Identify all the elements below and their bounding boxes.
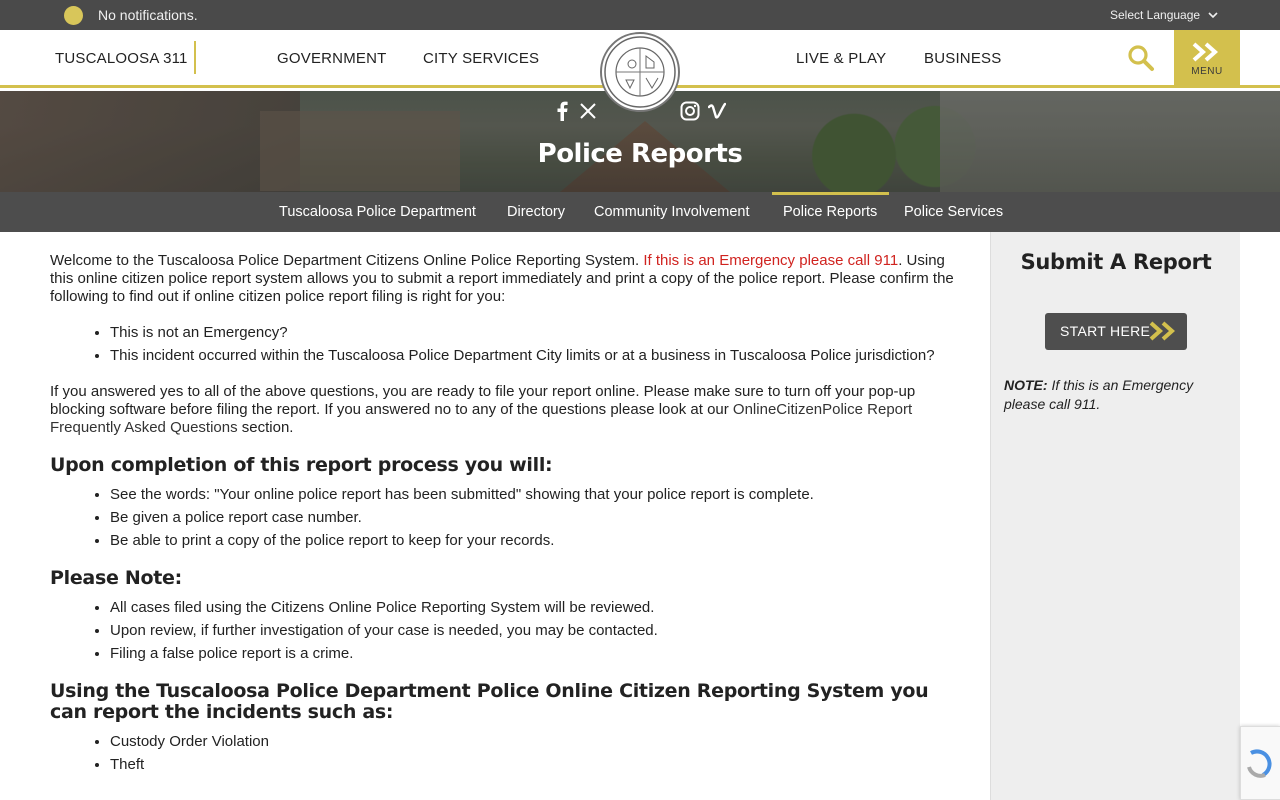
facebook-icon[interactable] bbox=[556, 101, 568, 121]
page-title: Police Reports bbox=[537, 139, 743, 169]
confirm-list: This is not an Emergency? This incident … bbox=[110, 324, 960, 365]
emergency-notice: If this is an Emergency please call 911 bbox=[643, 252, 899, 269]
intro-paragraph: Welcome to the Tuscaloosa Police Departm… bbox=[50, 252, 960, 306]
intro-text-1: Welcome to the Tuscaloosa Police Departm… bbox=[50, 252, 644, 269]
completion-list: See the words: "Your online police repor… bbox=[110, 486, 960, 550]
incidents-heading: Using the Tuscaloosa Police Department P… bbox=[50, 680, 929, 723]
subnav-community-involvement[interactable]: Community Involvement bbox=[594, 204, 750, 220]
list-item: All cases filed using the Citizens Onlin… bbox=[110, 599, 960, 617]
note-heading: Please Note: bbox=[50, 567, 182, 589]
menu-button[interactable]: MENU bbox=[1174, 30, 1240, 88]
subnav-directory[interactable]: Directory bbox=[507, 204, 565, 220]
nav-city-services[interactable]: CITY SERVICES bbox=[423, 50, 539, 67]
list-item: Filing a false police report is a crime. bbox=[110, 645, 960, 663]
note-list: All cases filed using the Citizens Onlin… bbox=[110, 599, 960, 663]
seal-emblem bbox=[604, 36, 676, 108]
instagram-icon[interactable] bbox=[680, 101, 700, 121]
list-item: See the words: "Your online police repor… bbox=[110, 486, 960, 504]
start-here-label: START HERE bbox=[1060, 323, 1151, 339]
search-button[interactable] bbox=[1126, 43, 1156, 73]
list-item: Be able to print a copy of the police re… bbox=[110, 532, 960, 550]
city-seal-logo[interactable] bbox=[600, 32, 680, 112]
recaptcha-badge[interactable] bbox=[1240, 726, 1280, 800]
start-here-button[interactable]: START HERE bbox=[1045, 313, 1187, 350]
section-subnav: Tuscaloosa Police Department Directory C… bbox=[0, 192, 1280, 232]
subnav-tuscaloosa-police-department[interactable]: Tuscaloosa Police Department bbox=[279, 204, 476, 220]
language-selector[interactable]: Select Language bbox=[1110, 8, 1218, 22]
menu-label: MENU bbox=[1191, 66, 1223, 77]
nav-divider bbox=[194, 41, 196, 74]
completion-heading: Upon completion of this report process y… bbox=[50, 454, 553, 476]
sidebar-note-label: NOTE: bbox=[1004, 377, 1048, 393]
chevron-down-icon bbox=[1208, 12, 1218, 19]
recaptcha-icon bbox=[1247, 749, 1272, 778]
answered-paragraph: If you answered yes to all of the above … bbox=[50, 383, 960, 437]
subnav-police-services[interactable]: Police Services bbox=[904, 204, 1003, 220]
nav-live-play[interactable]: LIVE & PLAY bbox=[796, 50, 886, 67]
answered-text-2: section. bbox=[237, 419, 294, 436]
list-item: This is not an Emergency? bbox=[110, 324, 960, 342]
nav-business[interactable]: BUSINESS bbox=[924, 50, 1001, 67]
list-item: Upon review, if further investigation of… bbox=[110, 622, 960, 640]
sidebar-title: Submit A Report bbox=[1020, 250, 1212, 274]
sidebar-note: NOTE: If this is an Emergency please cal… bbox=[1004, 376, 1224, 414]
double-chevron-icon bbox=[1192, 42, 1219, 62]
subnav-active-indicator bbox=[772, 192, 889, 195]
notification-bar: No notifications. Select Language bbox=[0, 0, 1280, 30]
incident-list: Custody Order Violation Theft bbox=[110, 733, 960, 774]
nav-government[interactable]: GOVERNMENT bbox=[277, 50, 387, 67]
subnav-police-reports[interactable]: Police Reports bbox=[783, 204, 877, 220]
x-twitter-icon[interactable] bbox=[580, 101, 596, 121]
language-label: Select Language bbox=[1110, 8, 1201, 22]
list-item: Custody Order Violation bbox=[110, 733, 960, 751]
notification-text: No notifications. bbox=[98, 7, 198, 23]
list-item: Theft bbox=[110, 756, 960, 774]
vimeo-icon[interactable] bbox=[708, 101, 726, 121]
nav-tuscaloosa-311[interactable]: TUSCALOOSA 311 bbox=[55, 50, 188, 67]
search-icon bbox=[1128, 45, 1154, 71]
list-item: This incident occurred within the Tuscal… bbox=[110, 347, 960, 365]
list-item: Be given a police report case number. bbox=[110, 509, 960, 527]
notification-icon[interactable] bbox=[64, 6, 83, 25]
double-chevron-icon bbox=[1149, 321, 1176, 341]
submit-report-sidebar: Submit A Report START HERE NOTE: If this… bbox=[990, 232, 1240, 800]
main-content: Welcome to the Tuscaloosa Police Departm… bbox=[50, 252, 960, 792]
